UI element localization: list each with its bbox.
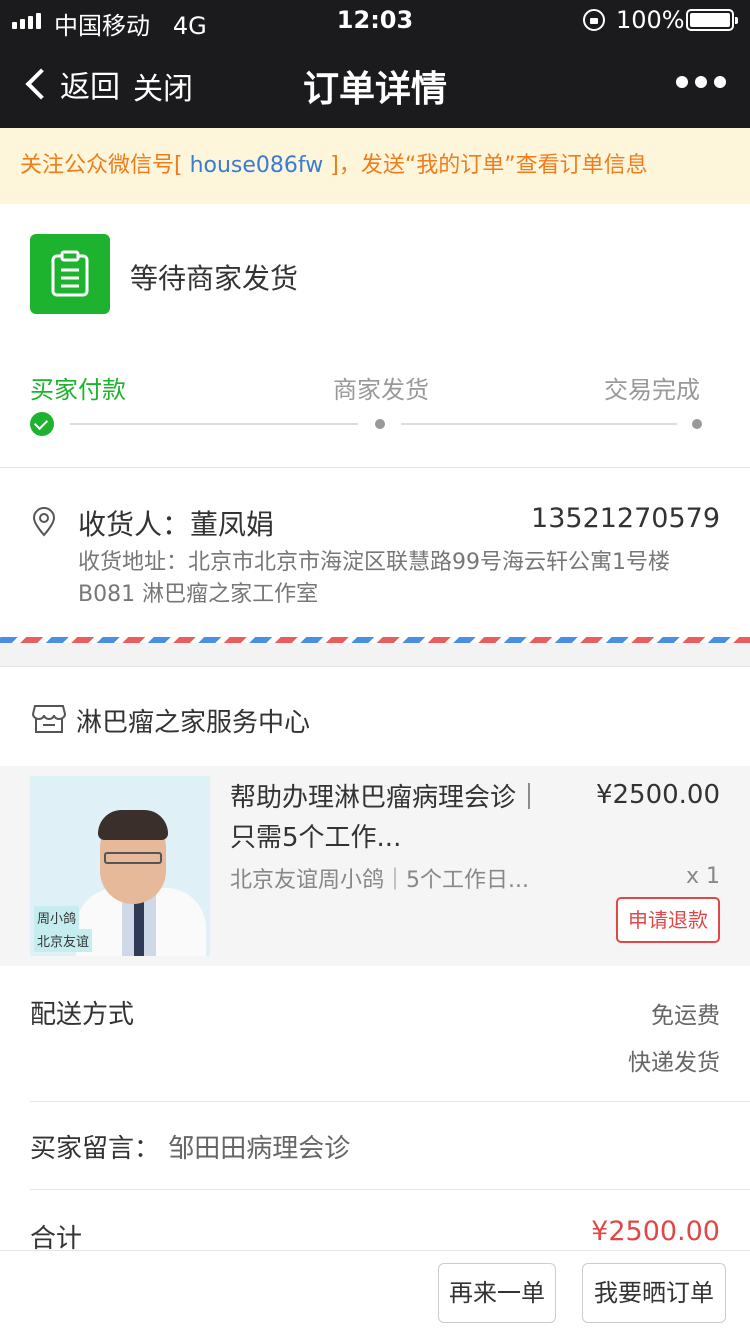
delivery-label: 配送方式 [30, 1000, 135, 1030]
dot-icon [676, 76, 688, 88]
battery-percent: 100% [616, 6, 685, 34]
buyer-note-text: 邹田田病理会诊 [168, 1134, 351, 1164]
buyer-note-label: 买家留言： 邹田田病理会诊 [30, 1134, 351, 1164]
product-quantity: x 1 [685, 864, 720, 889]
shipping-address-section: 收货人：董凤娟 13521270579 收货地址：北京市北京市海淀区联慧路99号… [0, 469, 750, 637]
recipient: 收货人：董凤娟 [78, 508, 275, 541]
product-price: ¥2500.00 [595, 780, 720, 810]
share-order-button[interactable]: 我要晒订单 [582, 1263, 726, 1323]
progress-line [401, 423, 677, 425]
total-row: 合计 ¥2500.00 [0, 1190, 750, 1254]
section-gap [0, 643, 750, 667]
shop-header[interactable]: 淋巴瘤之家服务中心 [0, 668, 750, 766]
order-status-section: 等待商家发货 买家付款 商家发货 交易完成 [0, 204, 750, 468]
back-label: 返回 [60, 70, 120, 105]
step-label-paid: 买家付款 [30, 376, 126, 404]
nav-bar: 返回 关闭 订单详情 [0, 40, 750, 128]
recipient-name: 董凤娟 [190, 508, 275, 541]
follow-notice-banner: 关注公众微信号[ house086fw ]，发送“我的订单”查看订单信息 [0, 128, 750, 204]
wechat-account-link[interactable]: house086fw [183, 153, 331, 178]
battery-icon [686, 9, 738, 31]
product-image: 周小鸽 北京友谊 [30, 776, 210, 956]
step-label-completed: 交易完成 [604, 376, 700, 404]
total-amount: ¥2500.00 [591, 1216, 720, 1247]
delivery-method: 快递发货 [628, 1050, 720, 1076]
progress-line [70, 423, 358, 425]
clipboard-icon [30, 234, 110, 314]
refund-button[interactable]: 申请退款 [616, 897, 720, 943]
buyer-note-row: 买家留言： 邹田田病理会诊 [0, 1102, 750, 1188]
orientation-lock-icon [583, 9, 605, 31]
delivery-fee: 免运费 [651, 1003, 720, 1029]
product-subtitle: 北京友谊周小鸽｜5个工作日... [230, 868, 529, 893]
location-pin-icon [32, 507, 56, 537]
more-menu-button[interactable] [676, 76, 726, 88]
bottom-action-bar: 再来一单 我要晒订单 [0, 1250, 750, 1334]
step-dot [692, 419, 702, 429]
step-dot [375, 419, 385, 429]
dot-icon [695, 76, 707, 88]
step-label-shipped: 商家发货 [333, 376, 429, 404]
close-button[interactable]: 关闭 [133, 64, 193, 108]
store-icon [32, 705, 66, 733]
dot-icon [714, 76, 726, 88]
image-tag-hospital: 北京友谊 [34, 929, 93, 952]
product-title: 帮助办理淋巴瘤病理会诊｜只需5个工作... [230, 783, 543, 853]
back-button[interactable]: 返回 [22, 62, 120, 106]
status-bar: 中国移动 4G 12:03 100% [0, 0, 750, 40]
delivery-row: 配送方式 免运费 快递发货 [0, 966, 750, 1101]
reorder-button[interactable]: 再来一单 [438, 1263, 556, 1323]
order-item[interactable]: 周小鸽 北京友谊 帮助办理淋巴瘤病理会诊｜只需5个工作... ¥2500.00 … [0, 766, 750, 966]
check-icon [30, 412, 54, 436]
address-text: 收货地址：北京市北京市海淀区联慧路99号海云轩公寓1号楼B081 淋巴瘤之家工作… [78, 550, 671, 607]
image-tag-name: 周小鸽 [34, 906, 80, 929]
chevron-left-icon [25, 68, 57, 100]
shop-name: 淋巴瘤之家服务中心 [76, 708, 311, 738]
notice-prefix: 关注公众微信号[ [20, 153, 183, 178]
recipient-phone: 13521270579 [531, 503, 720, 534]
notice-suffix: ]，发送“我的订单”查看订单信息 [330, 153, 648, 178]
order-status-text: 等待商家发货 [130, 262, 299, 295]
